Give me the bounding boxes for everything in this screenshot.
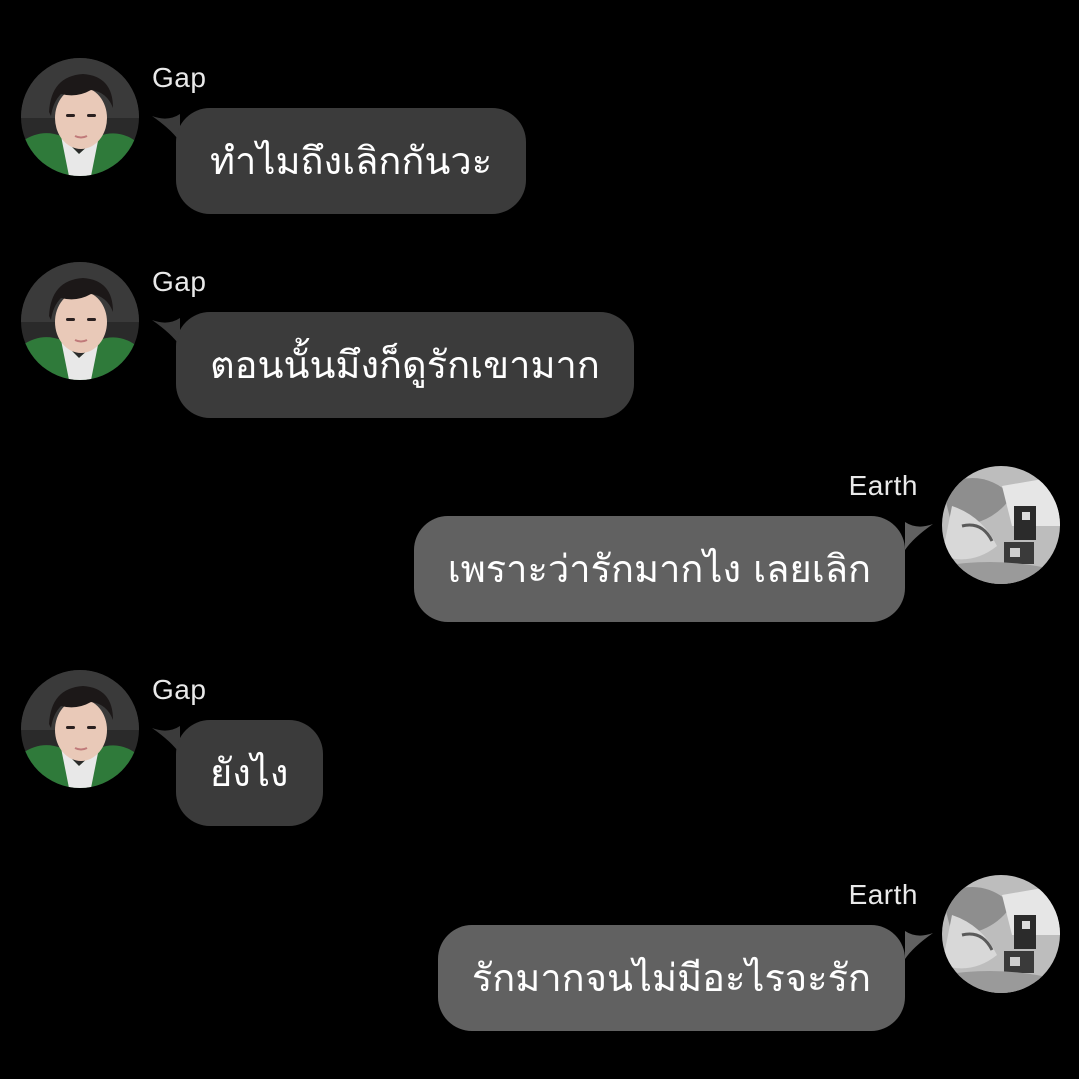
message-bubble[interactable]: เพราะว่ารักมากไง เลยเลิก (413, 516, 905, 622)
message-bubble[interactable]: ทำไมถึงเลิกกันวะ (176, 108, 527, 214)
sender-name: Gap (152, 266, 207, 297)
gap-avatar-icon[interactable] (21, 670, 139, 788)
sender-name: Earth (848, 879, 918, 910)
sender-name: Gap (152, 674, 207, 705)
bubble-tail-icon (905, 522, 933, 550)
message-bubble[interactable]: รักมากจนไม่มีอะไรจะรัก (437, 925, 905, 1031)
earth-avatar-icon[interactable] (942, 466, 1060, 584)
sender-name: Gap (152, 62, 207, 93)
bubble-tail-icon (905, 931, 933, 959)
earth-avatar-icon[interactable] (942, 875, 1060, 993)
gap-avatar-icon[interactable] (21, 262, 139, 380)
message-row: Gap ตอนนั้นมึงก็ดูรักเขามาก (0, 262, 1079, 442)
message-row: Earth เพราะว่ารักมากไง เลยเลิก (0, 466, 1079, 646)
message-bubble[interactable]: ตอนนั้นมึงก็ดูรักเขามาก (176, 312, 634, 418)
message-row: Earth รักมากจนไม่มีอะไรจะรัก (0, 875, 1079, 1055)
message-row: Gap ยังไง (0, 670, 1079, 850)
gap-avatar-icon[interactable] (21, 58, 139, 176)
sender-name: Earth (848, 470, 918, 501)
message-row: Gap ทำไมถึงเลิกกันวะ (0, 58, 1079, 238)
message-bubble[interactable]: ยังไง (176, 720, 323, 826)
